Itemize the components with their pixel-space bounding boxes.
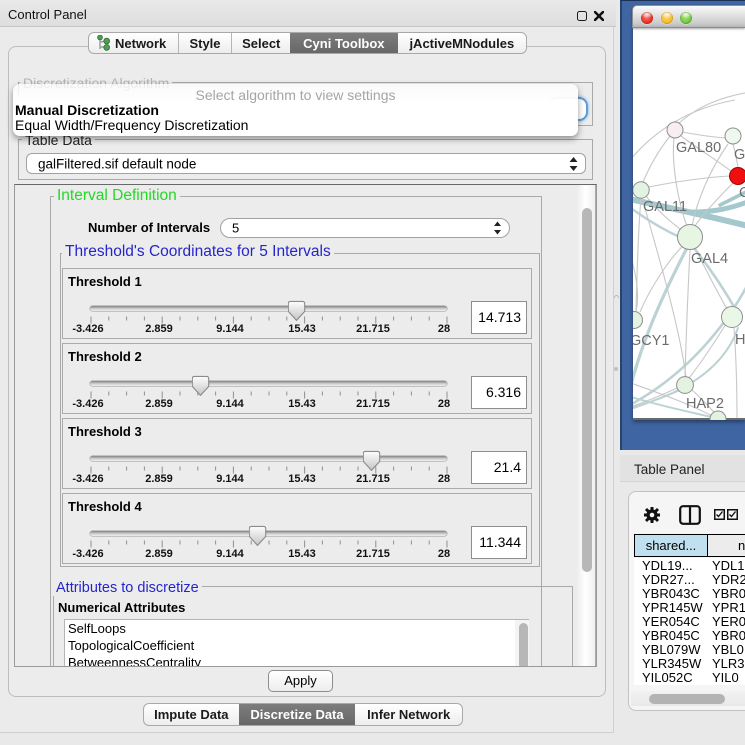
svg-text:HAP2: HAP2 xyxy=(686,396,724,412)
svg-text:GAL80: GAL80 xyxy=(676,140,721,156)
svg-text:H: H xyxy=(735,332,745,348)
svg-text:GA: GA xyxy=(734,147,745,163)
svg-text:GAL4: GAL4 xyxy=(691,251,728,267)
svg-text:GAL11: GAL11 xyxy=(643,199,687,215)
svg-text:GCY1: GCY1 xyxy=(633,333,670,349)
svg-text:C: C xyxy=(739,185,745,201)
